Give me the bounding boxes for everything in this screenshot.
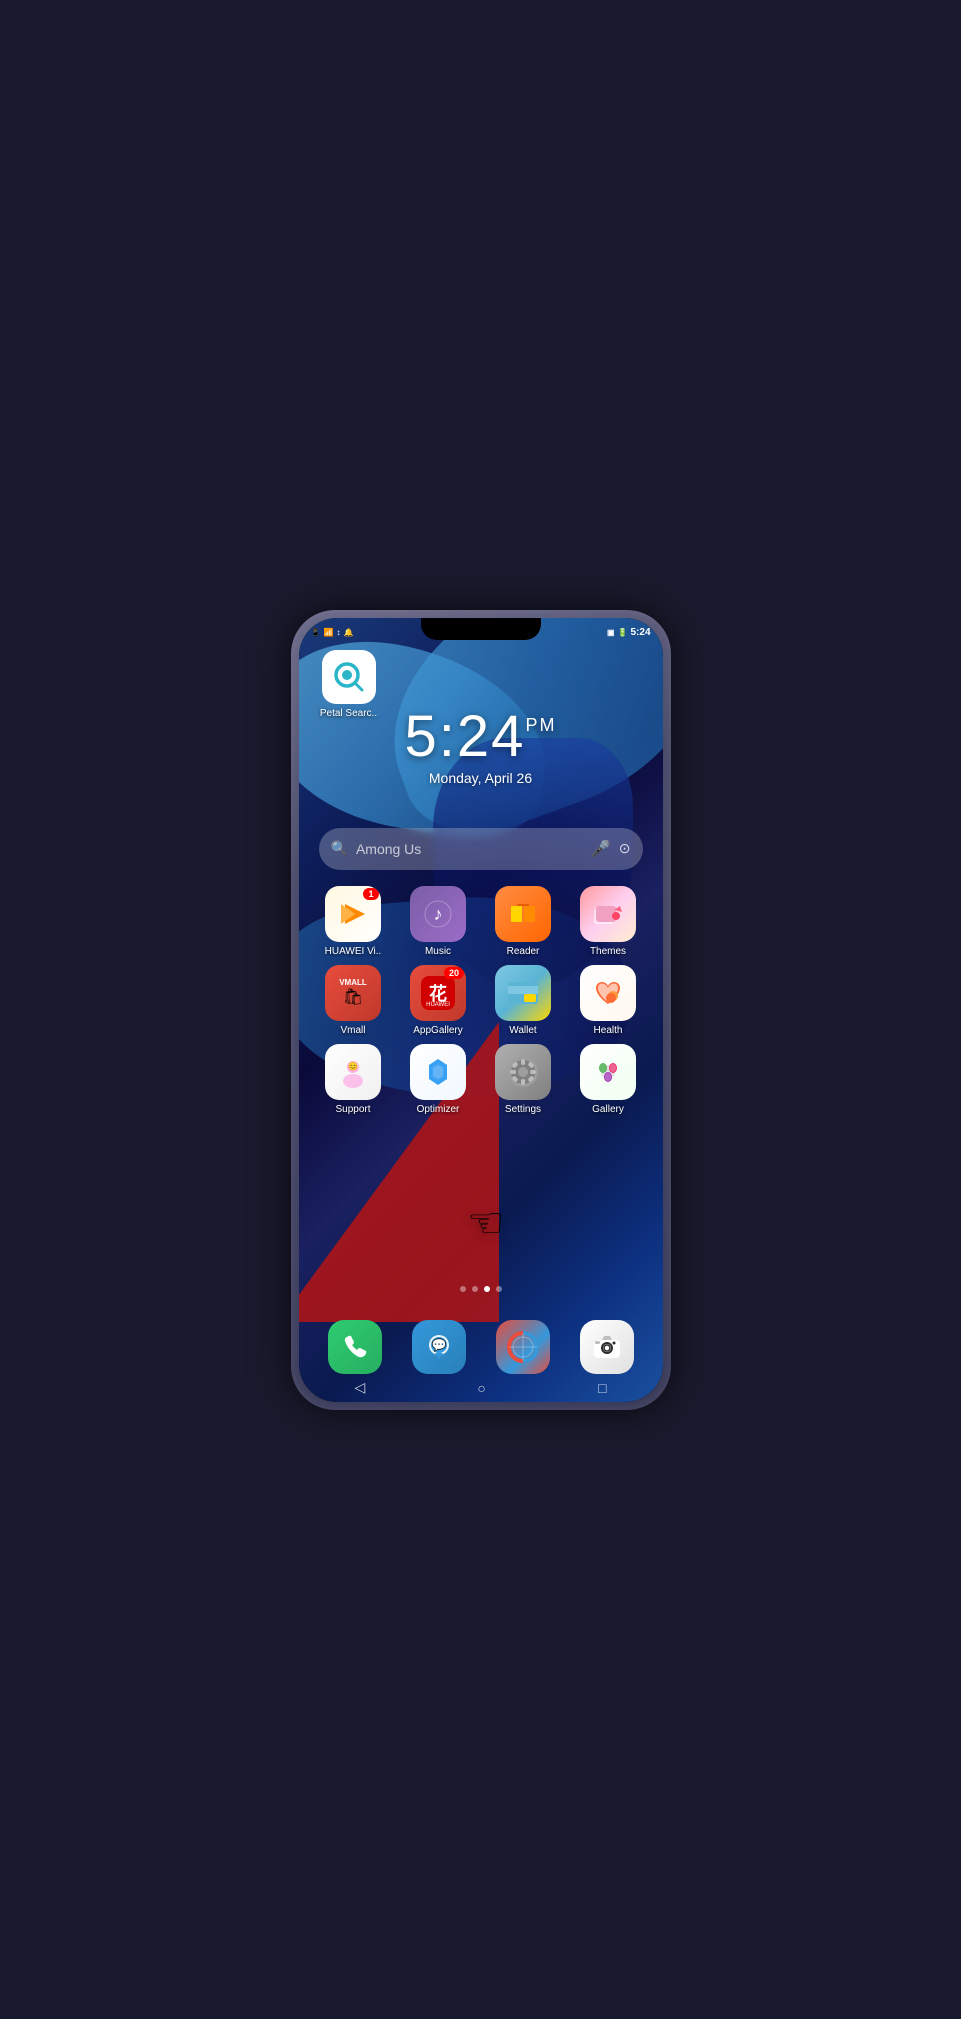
appgallery-icon: 花 HUAWEI 20 (410, 965, 466, 1021)
svg-text:♪: ♪ (434, 904, 443, 924)
app-item-support[interactable]: 😊 Support (317, 1044, 389, 1115)
dock-item-phone[interactable] (325, 1320, 385, 1374)
petal-search-icon-bg (322, 650, 376, 704)
voice-search-icon[interactable]: 🎤 (591, 839, 611, 859)
appgallery-badge: 20 (444, 967, 464, 979)
music-icon: ♪ (410, 886, 466, 942)
gallery-icon (580, 1044, 636, 1100)
page-dot-4 (496, 1286, 502, 1292)
vmall-icon: VMALL 🛍 (325, 965, 381, 1021)
app-item-optimizer[interactable]: Optimizer (402, 1044, 474, 1115)
browser-icon (496, 1320, 550, 1374)
wallet-label: Wallet (487, 1025, 559, 1036)
reader-label: Reader (487, 946, 559, 957)
app-item-settings[interactable]: Settings (487, 1044, 559, 1115)
page-dots (299, 1286, 663, 1292)
search-input-placeholder[interactable]: Among Us (356, 841, 591, 857)
status-left-icons: 📱 📶 ↕ 🔔 (311, 628, 354, 637)
nav-home-button[interactable]: ○ (477, 1380, 485, 1396)
svg-text:😊: 😊 (348, 1062, 358, 1071)
app-item-gallery[interactable]: Gallery (572, 1044, 644, 1115)
camera-icon (580, 1320, 634, 1374)
dock-item-browser[interactable] (493, 1320, 553, 1374)
messages-icon: 💬 (412, 1320, 466, 1374)
app-item-themes[interactable]: Themes (572, 886, 644, 957)
dock-item-camera[interactable] (577, 1320, 637, 1374)
clock-date: Monday, April 26 (299, 770, 663, 786)
cursor-hand: ☞ (467, 1198, 505, 1247)
optimizer-icon (410, 1044, 466, 1100)
nav-recent-button[interactable]: □ (598, 1380, 606, 1396)
optimizer-label: Optimizer (402, 1104, 474, 1115)
sim-icon: 📱 (311, 628, 321, 637)
app-grid: 1 HUAWEI Vi.. ♪ Music (311, 886, 651, 1123)
clock-period: PM (525, 716, 556, 734)
gallery-label: Gallery (572, 1104, 644, 1115)
battery-icon: 🔋 (618, 628, 628, 637)
svg-text:HUAWEI: HUAWEI (426, 1002, 450, 1008)
nav-bar: ◁ ○ □ (299, 1374, 663, 1402)
wifi-icon: 📶 (323, 628, 333, 637)
screen: 📱 📶 ↕ 🔔 ▣ 🔋 5:24 (299, 618, 663, 1402)
health-label: Health (572, 1025, 644, 1036)
phone-frame: 📱 📶 ↕ 🔔 ▣ 🔋 5:24 (291, 610, 671, 1410)
search-icon: 🔍 (331, 840, 348, 857)
app-item-appgallery[interactable]: 花 HUAWEI 20 AppGallery (402, 965, 474, 1036)
support-label: Support (317, 1104, 389, 1115)
search-bar[interactable]: 🔍 Among Us 🎤 ⊙ (319, 828, 643, 870)
app-item-music[interactable]: ♪ Music (402, 886, 474, 957)
visual-search-icon[interactable]: ⊙ (619, 840, 631, 857)
huawei-video-badge: 1 (363, 888, 379, 900)
app-row-1: 1 HUAWEI Vi.. ♪ Music (311, 886, 651, 957)
phone-inner: 📱 📶 ↕ 🔔 ▣ 🔋 5:24 (299, 618, 663, 1402)
app-item-huawei-video[interactable]: 1 HUAWEI Vi.. (317, 886, 389, 957)
vmall-label: Vmall (317, 1025, 389, 1036)
app-row-2: VMALL 🛍 Vmall 花 HUAWEI (311, 965, 651, 1036)
app-item-wallet[interactable]: Wallet (487, 965, 559, 1036)
status-time: 5:24 (630, 627, 650, 638)
app-row-3: 😊 Support Optimiz (311, 1044, 651, 1115)
page-dot-2 (472, 1286, 478, 1292)
phone-icon (328, 1320, 382, 1374)
clock-area: 5:24PM Monday, April 26 (299, 708, 663, 786)
huawei-video-icon: 1 (325, 886, 381, 942)
status-right-icons: ▣ 🔋 5:24 (607, 627, 651, 638)
dock-item-messages[interactable]: 💬 (409, 1320, 469, 1374)
music-label: Music (402, 946, 474, 957)
notch (421, 618, 541, 640)
sync-icon: ↕ (336, 628, 340, 637)
page-dot-3 (484, 1286, 490, 1292)
themes-icon (580, 886, 636, 942)
themes-label: Themes (572, 946, 644, 957)
dock: 💬 (313, 1320, 649, 1374)
page-dot-1 (460, 1286, 466, 1292)
app-item-vmall[interactable]: VMALL 🛍 Vmall (317, 965, 389, 1036)
petal-search-icon (332, 660, 366, 694)
search-right-icons: 🎤 ⊙ (591, 839, 631, 859)
settings-icon (495, 1044, 551, 1100)
app-item-health[interactable]: Health (572, 965, 644, 1036)
vibrate-icon: ▣ (607, 628, 615, 637)
app-item-reader[interactable]: Reader (487, 886, 559, 957)
clock-time: 5:24PM (299, 708, 663, 766)
support-icon: 😊 (325, 1044, 381, 1100)
huawei-video-label: HUAWEI Vi.. (317, 946, 389, 957)
svg-text:花: 花 (429, 983, 447, 1004)
settings-label: Settings (487, 1104, 559, 1115)
alarm-icon: 🔔 (343, 628, 353, 637)
health-icon (580, 965, 636, 1021)
nav-back-button[interactable]: ◁ (355, 1379, 366, 1396)
appgallery-label: AppGallery (402, 1025, 474, 1036)
svg-text:💬: 💬 (431, 1338, 446, 1352)
reader-icon (495, 886, 551, 942)
wallet-icon (495, 965, 551, 1021)
